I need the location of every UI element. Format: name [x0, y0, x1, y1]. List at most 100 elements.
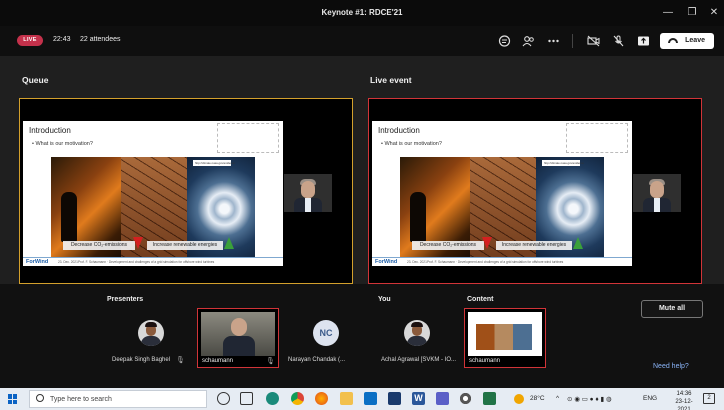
close-button[interactable]: ✕ [708, 7, 720, 19]
participant-name: Achal Agrawal [SVKM - IO... [381, 357, 457, 363]
toolbar-divider [572, 34, 573, 48]
notifications-icon[interactable]: 2 [703, 393, 715, 404]
search-icon [36, 394, 44, 402]
minimize-button[interactable]: — [662, 7, 674, 19]
tray-chevron-icon[interactable]: ^ [556, 395, 559, 402]
avatar-body [141, 336, 161, 346]
you-heading: You [378, 296, 391, 303]
forwind-logo: ForWind [375, 259, 398, 265]
system-clock[interactable]: 14:36 23-12-2021 [670, 390, 698, 410]
clock-time: 14:36 [676, 391, 692, 397]
slide-title: Introduction [378, 126, 420, 135]
phone-hangup-icon [668, 38, 678, 43]
content-tile[interactable]: schaumann [464, 308, 546, 368]
taskbar-search-input[interactable]: Type here to search [29, 390, 207, 408]
store-icon[interactable] [388, 392, 401, 405]
task-view-icon[interactable] [240, 392, 253, 405]
presenter-body [223, 336, 255, 356]
share-screen-icon[interactable] [637, 35, 650, 47]
participant-name: schaumann [202, 358, 234, 364]
live-badge: LIVE [17, 35, 43, 46]
weather-temperature[interactable]: 28°C [530, 395, 545, 402]
word-icon[interactable]: W [412, 392, 425, 405]
slide-footer-text: Prof. F. Schaumann · Development and cha… [427, 260, 564, 264]
participants-icon[interactable] [522, 35, 535, 47]
speaker-head [301, 181, 315, 198]
live-event-heading: Live event [370, 75, 412, 85]
image-source-caption: http://climate.nasa.gov/evidence [193, 160, 235, 166]
clock-date: 23-12-2021 [675, 399, 693, 410]
leave-button[interactable]: Leave [660, 33, 714, 49]
meeting-timer: 22:43 [53, 36, 71, 43]
slide-title: Introduction [29, 126, 71, 135]
maximize-button[interactable]: ❐ [686, 7, 698, 19]
red-down-arrow-icon [482, 237, 492, 249]
firefighter-silhouette [61, 192, 77, 242]
slide-footer-date: 23. Dec. 2021 [58, 260, 78, 264]
green-up-arrow-icon [224, 237, 234, 249]
firefox-icon[interactable] [315, 392, 328, 405]
teams-icon[interactable] [436, 392, 449, 405]
windows-start-icon[interactable] [8, 394, 18, 404]
edge-icon[interactable] [266, 392, 279, 405]
slide-bullet: • What is our motivation? [32, 141, 93, 147]
presentation-slide: Introduction • What is our motivation? h… [372, 121, 632, 266]
avatar[interactable] [404, 320, 430, 346]
speaker-shirt [654, 198, 660, 212]
more-options-icon[interactable] [547, 35, 560, 47]
microphone-off-icon: 🎙 [176, 357, 185, 364]
presenter-video-tile[interactable]: schaumann 🎙 [197, 308, 279, 368]
microphone-off-icon[interactable] [612, 35, 625, 47]
avatar[interactable] [138, 320, 164, 346]
image-source-caption: http://climate.nasa.gov/evidence [542, 160, 584, 166]
presenter-head [231, 318, 247, 336]
window-titlebar: Keynote #1: RDCE'21 — ❐ ✕ [0, 0, 724, 26]
leave-button-label: Leave [685, 37, 705, 44]
mute-all-button[interactable]: Mute all [641, 300, 703, 318]
live-event-stage[interactable]: Introduction • What is our motivation? h… [368, 98, 702, 284]
camera-off-icon[interactable] [587, 35, 600, 47]
windows-taskbar: Type here to search W 28°C ^ ⊙ ◉ ▭ ● ♦ ▮… [0, 388, 724, 410]
avatar-body [407, 336, 427, 346]
input-language[interactable]: ENG [643, 395, 657, 402]
queue-stage[interactable]: Introduction • What is our motivation? h… [19, 98, 353, 284]
content-heading: Content [467, 296, 494, 303]
slide-footer: ForWind 23. Dec. 2021 Prof. F. Schaumann… [372, 257, 632, 266]
co2-label: Decrease CO₂-emissions [63, 241, 135, 250]
mail-icon[interactable] [364, 392, 377, 405]
chat-icon[interactable] [498, 35, 511, 47]
settings-gear-icon[interactable] [459, 392, 472, 405]
green-up-arrow-icon [573, 237, 583, 249]
avatar[interactable]: NC [313, 320, 339, 346]
speaker-video [633, 174, 681, 212]
participant-name: schaumann [469, 358, 501, 364]
participant-name: Narayan Chandak (... [288, 357, 346, 363]
presentation-slide: Introduction • What is our motivation? h… [23, 121, 283, 266]
thumbnail-images [476, 324, 532, 350]
slide-placeholder-box [566, 123, 628, 153]
weather-sun-icon[interactable] [514, 394, 524, 404]
slide-placeholder-box [217, 123, 279, 153]
slide-footer: ForWind 23. Dec. 2021 Prof. F. Schaumann… [23, 257, 283, 266]
cortana-icon[interactable] [217, 392, 230, 405]
slide-footer-text: Prof. F. Schaumann · Development and cha… [78, 260, 215, 264]
queue-heading: Queue [22, 75, 49, 85]
tray-app-icons[interactable]: ⊙ ◉ ▭ ● ♦ ▮ ◍ [567, 395, 612, 403]
presenters-heading: Presenters [107, 296, 144, 303]
need-help-link[interactable]: Need help? [653, 363, 689, 370]
attendee-count[interactable]: 22 attendees [80, 36, 120, 43]
microphone-off-icon: 🎙 [266, 358, 275, 365]
window-title: Keynote #1: RDCE'21 [321, 8, 403, 17]
speaker-video [284, 174, 332, 212]
presenter-video [201, 312, 275, 356]
speaker-shirt [305, 198, 311, 212]
excel-icon[interactable] [483, 392, 496, 405]
file-explorer-icon[interactable] [340, 392, 353, 405]
avatar-hair [411, 322, 423, 327]
co2-label: Decrease CO₂-emissions [412, 241, 484, 250]
firefighter-silhouette [410, 192, 426, 242]
participant-name: Deepak Singh Baghel [112, 357, 171, 363]
chrome-icon[interactable] [291, 392, 304, 405]
slide-footer-date: 23. Dec. 2021 [407, 260, 427, 264]
forwind-logo: ForWind [26, 259, 49, 265]
